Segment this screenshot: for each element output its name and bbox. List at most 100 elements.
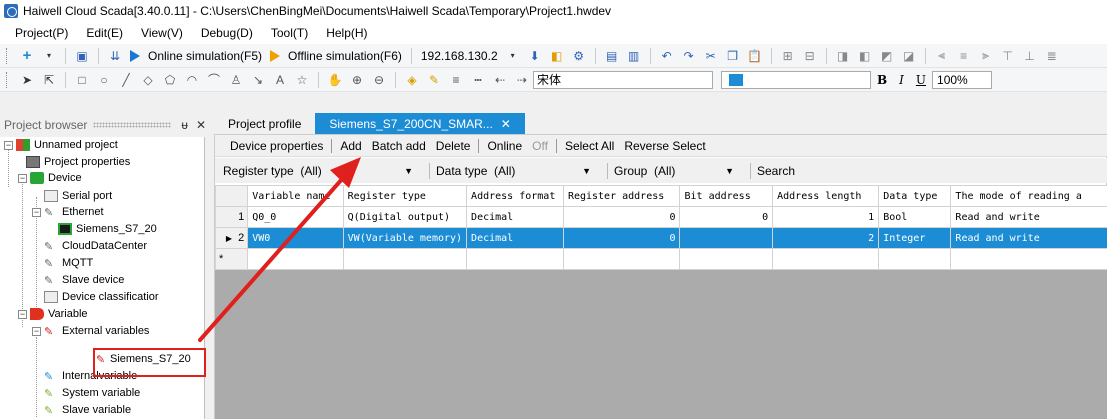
data-type-cell[interactable]: Integer — [878, 227, 952, 249]
online-simulation-icon[interactable] — [130, 49, 140, 62]
dropdown-caret-icon[interactable]: ▾ — [41, 48, 57, 64]
arrow-start-icon[interactable]: ⇠ — [492, 72, 508, 88]
address-format-cell[interactable]: Decimal — [466, 227, 564, 249]
row-number[interactable]: 1 — [215, 206, 249, 228]
off-button[interactable]: Off — [532, 139, 548, 153]
panel-grip[interactable] — [93, 122, 172, 128]
bit-address-cell[interactable]: 0 — [679, 206, 774, 228]
tree-node-device-classification[interactable]: Device classificatior — [44, 289, 159, 305]
tree-node-device[interactable]: − Device — [18, 170, 82, 186]
column-header[interactable]: Address length — [772, 185, 880, 207]
offline-simulation-icon[interactable] — [270, 49, 281, 62]
tree-node-serial-port[interactable]: Serial port — [44, 188, 112, 204]
paste-icon[interactable]: 📋 — [747, 48, 763, 64]
close-panel-icon[interactable]: ✕ — [196, 118, 206, 132]
tab-project-profile[interactable]: Project profile — [214, 113, 316, 134]
save-icon[interactable]: ▣ — [74, 48, 90, 64]
download-device-icon[interactable]: ⬇ — [527, 48, 543, 64]
redo-icon[interactable]: ↷ — [681, 48, 697, 64]
polygon-icon[interactable]: ⬠ — [162, 72, 178, 88]
register-address-cell[interactable]: 0 — [562, 227, 681, 249]
toolbar-grip[interactable] — [6, 47, 10, 64]
pointer-icon[interactable]: ➤ — [19, 72, 35, 88]
collapse-icon[interactable]: − — [18, 309, 27, 319]
close-tab-icon[interactable]: ✕ — [501, 117, 511, 131]
register-type-cell[interactable]: Q(Digital output) — [342, 206, 468, 228]
column-header[interactable]: Variable name — [247, 185, 344, 207]
tree-node-external-variables[interactable]: − ✎ External variables — [32, 323, 149, 339]
tree-node-slave-variable[interactable]: ✎ Slave variable — [44, 402, 131, 418]
tree-node-system-variable[interactable]: ✎ System variable — [44, 385, 140, 401]
fill-color-icon[interactable]: ◈ — [404, 72, 420, 88]
bring-forward-icon[interactable]: ◩ — [879, 48, 895, 64]
register-type-cell[interactable]: VW(Variable memory) — [342, 227, 468, 249]
upload-icon[interactable]: ◧ — [549, 48, 565, 64]
menu-tool[interactable]: Tool(T) — [262, 22, 317, 44]
variable-name-cell[interactable]: VW0 — [247, 227, 344, 249]
zoom-in-icon[interactable]: ⊕ — [349, 72, 365, 88]
bring-front-icon[interactable]: ◨ — [835, 48, 851, 64]
menu-view[interactable]: View(V) — [132, 22, 192, 44]
pin-icon[interactable]: ᵾ — [181, 118, 188, 132]
align-right-icon[interactable]: ⫸ — [978, 48, 994, 64]
line-style-icon[interactable]: ≡ — [448, 72, 464, 88]
collapse-icon[interactable]: − — [4, 140, 13, 150]
register-address-cell[interactable]: 0 — [562, 206, 681, 228]
empty-cell[interactable] — [679, 248, 774, 270]
collapse-icon[interactable]: − — [32, 207, 41, 217]
address-length-cell[interactable]: 1 — [772, 206, 880, 228]
batch-add-button[interactable]: Batch add — [372, 139, 426, 153]
chevron-down-icon[interactable]: ▼ — [725, 166, 734, 176]
align-bottom-icon[interactable]: ≣ — [1044, 48, 1060, 64]
table-row-selected[interactable]: ▶ 2 VW0 VW(Variable memory) Decimal 0 2 I… — [215, 227, 1107, 249]
ungroup-icon[interactable]: ⊟ — [802, 48, 818, 64]
bit-address-cell[interactable] — [679, 227, 774, 249]
empty-cell[interactable] — [950, 248, 1107, 270]
tree-node-variable[interactable]: − Variable — [18, 306, 88, 322]
align-left-icon[interactable]: ⫷ — [934, 48, 950, 64]
column-header[interactable]: Register type — [342, 185, 468, 207]
text-icon[interactable]: A — [272, 72, 288, 88]
zoom-out-icon[interactable]: ⊖ — [371, 72, 387, 88]
tree-node-siemens-device[interactable]: Siemens_S7_20 — [58, 221, 157, 237]
undo-icon[interactable]: ↶ — [659, 48, 675, 64]
tree-node-cloud-data-center[interactable]: ✎ CloudDataCenter — [44, 238, 147, 254]
ip-address[interactable]: 192.168.130.2 — [421, 49, 498, 63]
pan-hand-icon[interactable]: ✋ — [327, 72, 343, 88]
screen-icon[interactable]: ▥ — [626, 48, 642, 64]
align-top-icon[interactable]: ⊤ — [1000, 48, 1016, 64]
group-icon[interactable]: ⊞ — [780, 48, 796, 64]
network-icon[interactable]: ⚙ — [571, 48, 587, 64]
underline-button[interactable]: U — [916, 73, 926, 87]
reverse-select-button[interactable]: Reverse Select — [624, 139, 705, 153]
new-row-marker[interactable]: * — [215, 248, 249, 270]
data-type-filter[interactable]: Data type (All) ▼ — [436, 164, 591, 178]
rectangle-icon[interactable]: □ — [74, 72, 90, 88]
menu-project[interactable]: Project(P) — [6, 22, 77, 44]
register-type-filter[interactable]: Register type (All) ▼ — [223, 164, 413, 178]
line-icon[interactable]: ╱ — [118, 72, 134, 88]
read-mode-cell[interactable]: Read and write — [950, 206, 1107, 228]
empty-cell[interactable] — [466, 248, 564, 270]
collapse-icon[interactable]: − — [18, 173, 27, 183]
zoom-field[interactable]: 100% — [932, 70, 993, 89]
tree-node-slave-device[interactable]: ✎ Slave device — [44, 272, 124, 288]
arc-icon[interactable]: ◠ — [184, 72, 200, 88]
chevron-down-icon[interactable]: ▼ — [582, 166, 591, 176]
bold-button[interactable]: B — [877, 73, 887, 87]
offline-simulation-button[interactable]: Offline simulation(F6) — [288, 49, 402, 63]
send-backward-icon[interactable]: ◪ — [901, 48, 917, 64]
column-header[interactable]: Bit address — [679, 185, 774, 207]
cut-icon[interactable]: ✂ — [703, 48, 719, 64]
empty-cell[interactable] — [562, 248, 681, 270]
select-all-button[interactable]: Select All — [565, 139, 614, 153]
person-icon[interactable]: ♙ — [228, 72, 244, 88]
download-icon[interactable]: ⇊ — [107, 48, 123, 64]
collapse-icon[interactable]: − — [32, 326, 41, 336]
table-new-row[interactable]: * — [215, 248, 1107, 270]
tree-node-ethernet[interactable]: − ✎ Ethernet — [32, 204, 104, 220]
menu-debug[interactable]: Debug(D) — [192, 22, 262, 44]
address-format-cell[interactable]: Decimal — [466, 206, 564, 228]
chevron-down-icon[interactable]: ▼ — [404, 166, 413, 176]
tab-siemens-device[interactable]: Siemens_S7_200CN_SMAR... ✕ — [315, 113, 525, 134]
